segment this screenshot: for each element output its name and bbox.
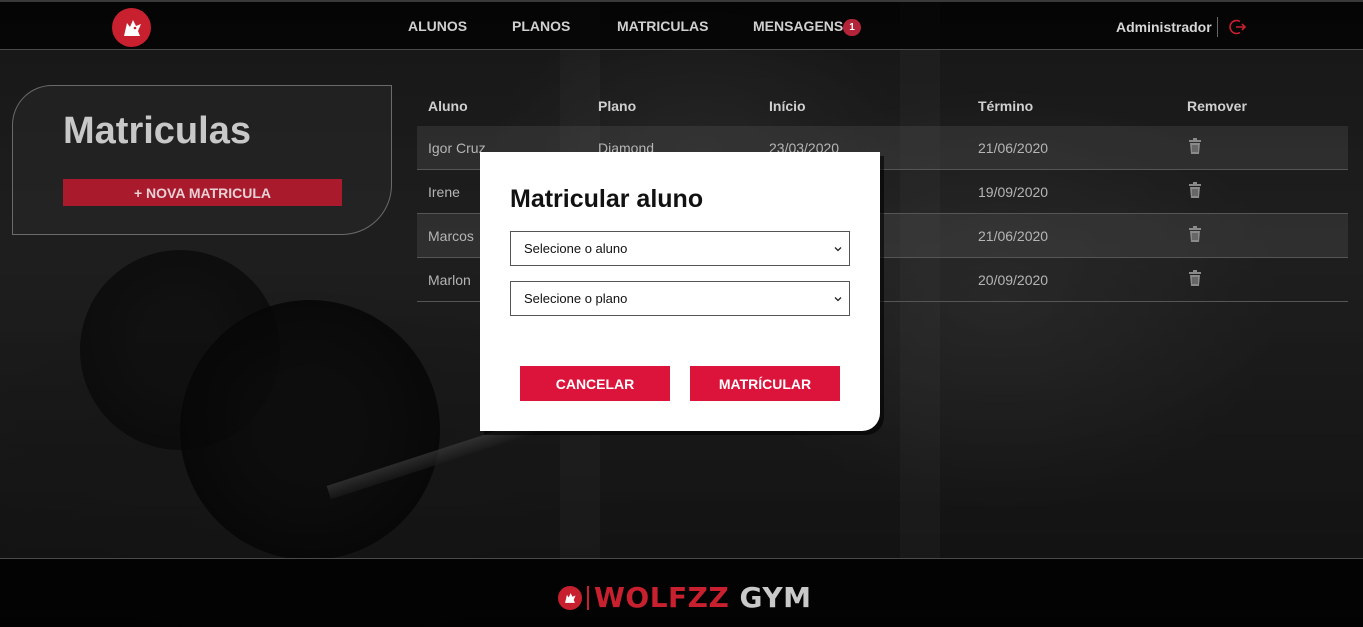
footer-brand-primary: WOLFZZ xyxy=(594,581,730,614)
cell-termino: 20/09/2020 xyxy=(978,272,1049,288)
modal-title: Matricular aluno xyxy=(510,185,704,213)
enroll-student-modal: Matricular aluno Selecione o aluno Selec… xyxy=(480,152,880,431)
footer: WOLFZZ GYM xyxy=(0,558,1363,627)
cell-aluno: Irene xyxy=(428,184,460,200)
column-header-termino: Término xyxy=(978,98,1034,114)
nav-mensagens[interactable]: MENSAGENS xyxy=(753,18,843,34)
column-header-plano: Plano xyxy=(598,98,637,114)
cell-aluno: Igor Cruz xyxy=(428,140,486,156)
column-header-remover: Remover xyxy=(1187,98,1247,114)
nav-alunos[interactable]: ALUNOS xyxy=(408,18,467,34)
cell-aluno: Marcos xyxy=(428,228,474,244)
footer-brand: WOLFZZ GYM xyxy=(594,581,812,614)
top-navbar: ALUNOS PLANOS MATRICULAS MENSAGENS 1 Adm… xyxy=(0,0,1363,50)
trash-icon[interactable] xyxy=(1188,182,1202,198)
nav-planos[interactable]: PLANOS xyxy=(512,18,570,34)
wolf-logo-icon xyxy=(558,585,582,610)
cell-termino: 19/09/2020 xyxy=(978,184,1049,200)
enroll-button[interactable]: MATRÍCULAR xyxy=(690,366,840,401)
messages-count-badge: 1 xyxy=(843,19,861,36)
new-enrollment-button[interactable]: + NOVA MATRICULA xyxy=(63,179,342,206)
footer-logo: WOLFZZ GYM xyxy=(558,581,812,614)
cell-aluno: Marlon xyxy=(428,272,471,288)
logout-icon[interactable] xyxy=(1229,18,1247,36)
column-header-aluno: Aluno xyxy=(428,98,468,114)
student-select-value: Selecione o aluno xyxy=(524,241,628,256)
trash-icon[interactable] xyxy=(1188,138,1202,154)
footer-brand-secondary: GYM xyxy=(739,581,812,614)
cancel-button[interactable]: CANCELAR xyxy=(520,366,670,401)
cell-termino: 21/06/2020 xyxy=(978,228,1049,244)
nav-matriculas[interactable]: MATRICULAS xyxy=(617,18,709,34)
page-header-card: Matriculas + NOVA MATRICULA xyxy=(12,85,392,235)
chevron-down-icon xyxy=(834,297,842,302)
cell-termino: 21/06/2020 xyxy=(978,140,1049,156)
chevron-down-icon xyxy=(834,247,842,252)
footer-logo-divider xyxy=(587,585,589,610)
wolf-logo-icon[interactable] xyxy=(112,8,151,47)
trash-icon[interactable] xyxy=(1188,270,1202,286)
header-divider xyxy=(1217,17,1218,37)
plan-select[interactable]: Selecione o plano xyxy=(510,281,850,316)
user-name: Administrador xyxy=(1116,19,1212,35)
plan-select-value: Selecione o plano xyxy=(524,291,628,306)
page-title: Matriculas xyxy=(63,110,251,152)
trash-icon[interactable] xyxy=(1188,226,1202,242)
column-header-inicio: Início xyxy=(769,98,806,114)
student-select[interactable]: Selecione o aluno xyxy=(510,231,850,266)
